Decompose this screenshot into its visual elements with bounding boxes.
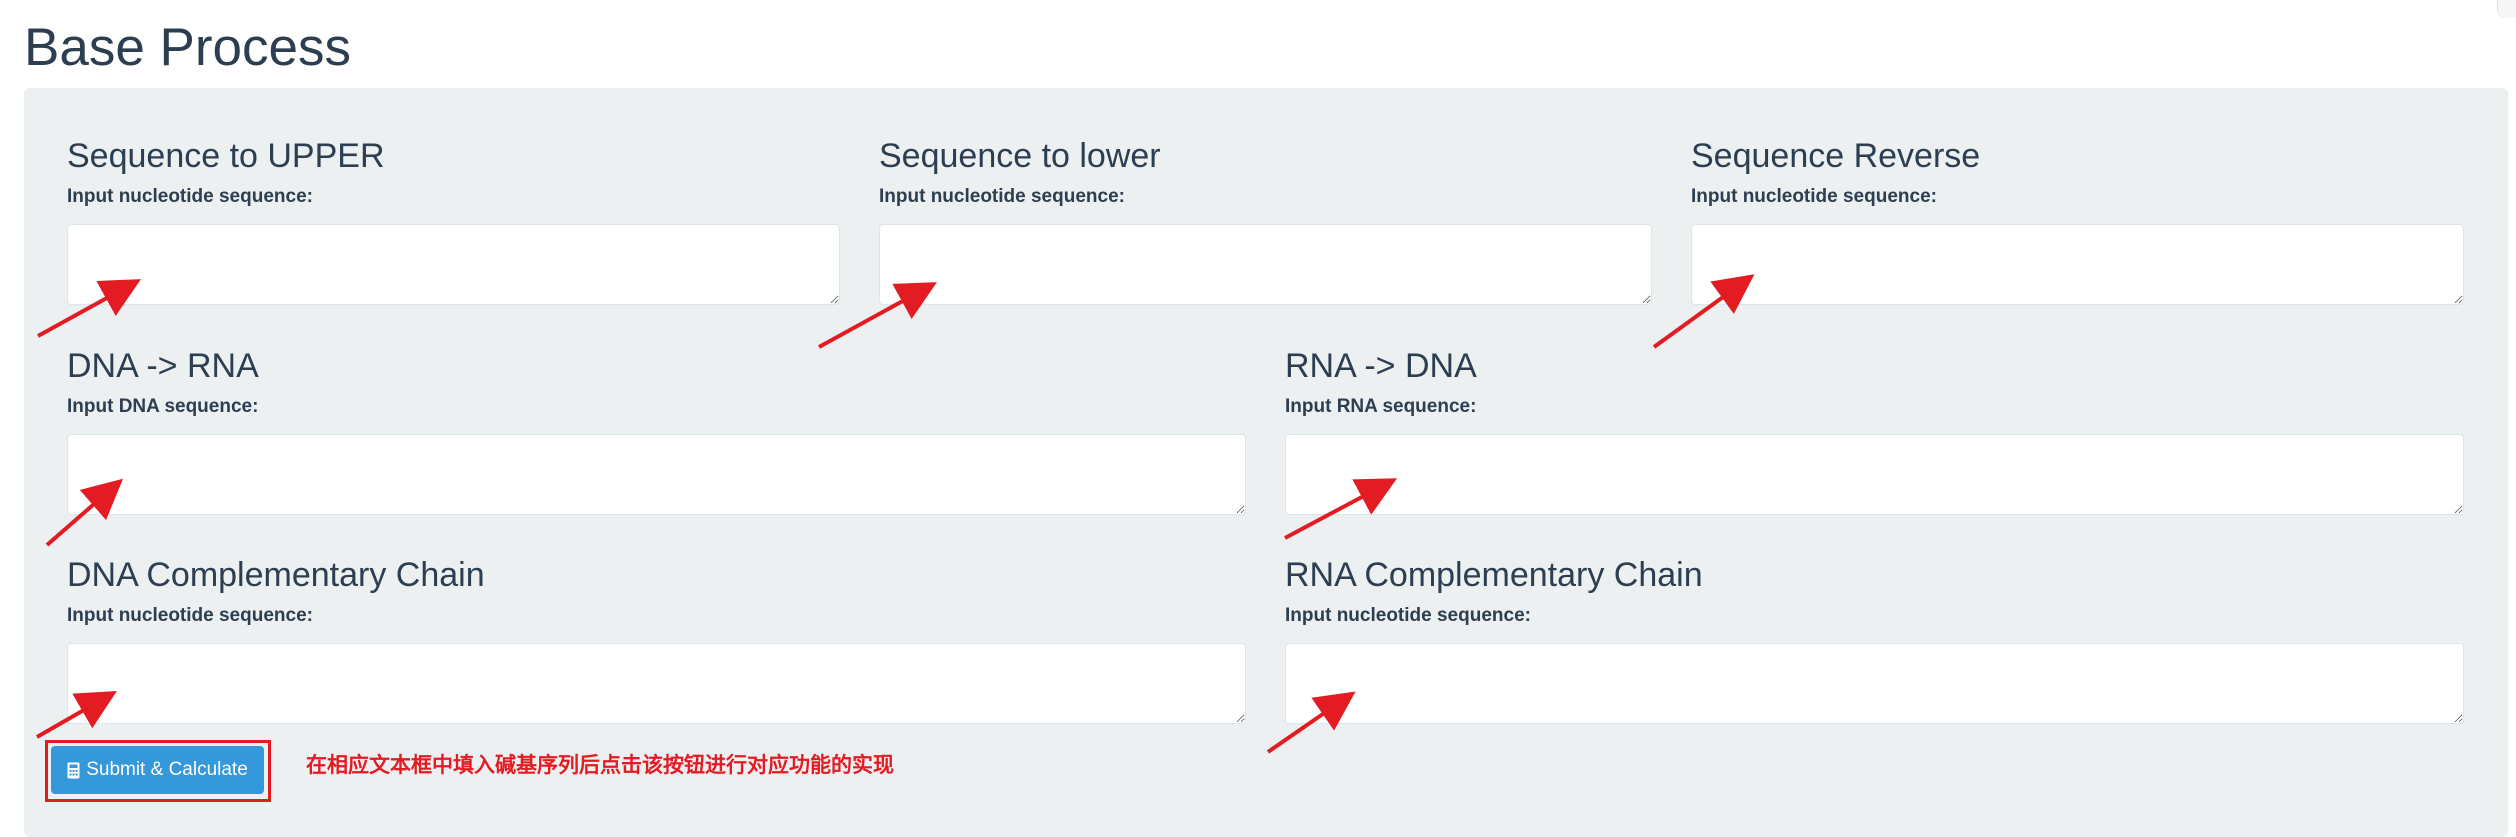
window-corner bbox=[2497, 0, 2516, 18]
arrow-rna-to-dna bbox=[1284, 478, 1398, 540]
arrow-dna-to-rna bbox=[45, 478, 124, 547]
annotation-arrows bbox=[36, 274, 1755, 754]
arrow-upper bbox=[37, 279, 142, 338]
page: Base Process Sequence to UPPER Input nuc… bbox=[0, 0, 2516, 837]
arrow-dna-complement bbox=[36, 691, 117, 739]
arrow-lower bbox=[818, 282, 938, 349]
arrow-rna-complement bbox=[1266, 691, 1356, 754]
arrow-reverse bbox=[1652, 274, 1755, 349]
